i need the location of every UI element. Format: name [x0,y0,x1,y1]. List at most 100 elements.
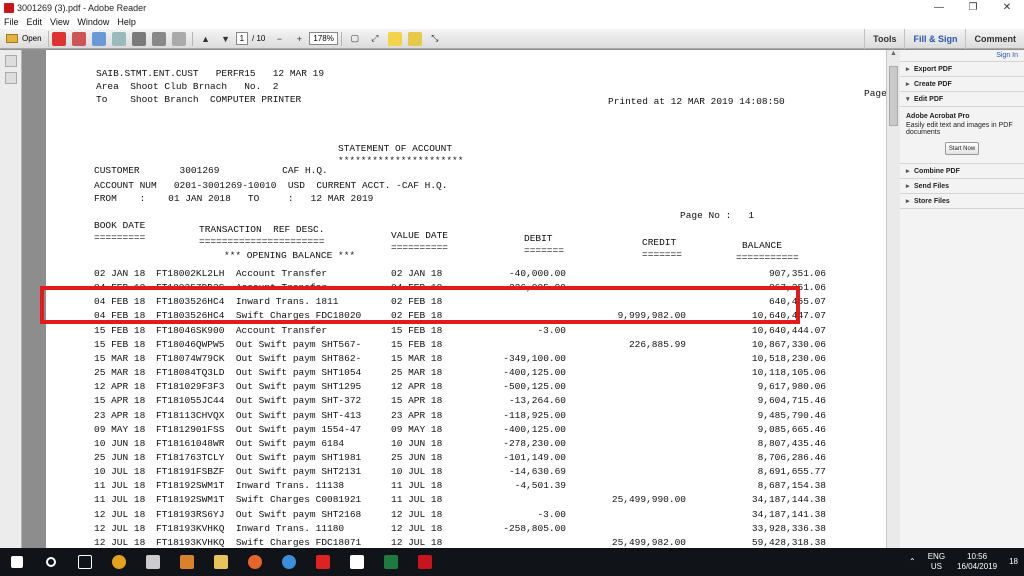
scroll-up-icon[interactable]: ▲ [887,50,900,57]
ie-icon [282,555,296,569]
col-debit-underline: ======= [524,245,564,256]
notes-button[interactable] [340,548,374,576]
col-book-date-underline: ========= [94,232,146,243]
excel-button[interactable] [374,548,408,576]
page-number-input[interactable]: 1 [235,32,249,45]
email-icon[interactable] [171,31,186,46]
book-date-cell: 12 APR 18 [94,381,146,393]
reader-button[interactable] [408,548,442,576]
store-files-section[interactable]: ▸ Store Files [900,194,1024,209]
explorer-button[interactable] [204,548,238,576]
adobe-reader-icon [418,555,432,569]
send-files-section[interactable]: ▸ Send Files [900,179,1024,194]
clock[interactable]: 10:56 16/04/2019 [957,552,997,572]
col-credit-underline: ======= [642,249,682,260]
book-date-cell: 12 JUL 18 [94,536,146,548]
menu-window[interactable]: Window [77,17,109,27]
book-date-cell: 12 JUL 18 [94,508,146,520]
adobe-reader-icon [4,2,14,13]
separator [340,31,342,46]
notifications-badge[interactable]: 18 [1009,557,1018,567]
close-button[interactable]: ✕ [990,2,1024,13]
balance-cell: 34,187,144.38 [751,494,826,506]
outlook-button[interactable] [170,548,204,576]
page-up-icon[interactable]: ▲ [199,32,213,46]
value-date-cell: 11 JUL 18 [391,480,443,492]
debit-cell: -118,925.00 [503,409,566,421]
task-view-button[interactable] [68,548,102,576]
vertical-scrollbar[interactable]: ▲ [886,50,900,550]
value-date-cell: 10 JUL 18 [391,466,443,478]
balance-cell: 907,351.06 [768,268,826,279]
menu-file[interactable]: File [4,17,19,27]
cloud-icon[interactable] [111,31,126,46]
folder-icon [214,555,228,569]
transaction-cell: FT18113CHVQX Out Swift paym SHT-413 [156,409,362,421]
col-credit: CREDIT [642,237,677,248]
sign-in-link[interactable]: Sign In [900,50,1024,62]
export-pdf-section[interactable]: ▸ Export PDF [900,62,1024,77]
system-tray: ⌃ ENG US 10:56 16/04/2019 18 [903,552,1024,572]
comment-icon[interactable] [387,31,402,46]
document-area: SAIB.STMT.ENT.CUST PERFR15 12 MAR 19 Are… [22,50,886,550]
chevron-right-icon: ▸ [906,198,910,205]
start-button[interactable] [0,548,34,576]
zoom-in-icon[interactable]: + [292,32,306,46]
tab-tools[interactable]: Tools [864,28,904,49]
opening-balance: *** OPENING BALANCE *** [224,250,356,261]
save-icon[interactable] [131,31,146,46]
transaction-cell: FT181029F3F3 Out Swift paym SHT1295 [156,381,362,393]
combine-pdf-section[interactable]: ▸ Combine PDF [900,164,1024,179]
store-button[interactable] [136,548,170,576]
page-down-icon[interactable]: ▼ [219,32,233,46]
ie-button[interactable] [272,548,306,576]
fit-width-icon[interactable]: ⤢ [368,32,382,46]
transaction-cell: FT1812901FSS Out Swift paym 1554-47 [156,423,362,435]
balance-cell: 10,118,105.06 [751,367,826,379]
value-date-cell: 15 MAR 18 [391,352,443,364]
chrome-button[interactable] [102,548,136,576]
customer-line: CUSTOMER 3001269 CAF H.Q. [94,165,328,176]
expand-icon[interactable]: ⤡ [428,32,442,46]
network-icon[interactable]: ⌃ [909,557,916,567]
pages-icon[interactable] [4,55,17,67]
firefox-button[interactable] [238,548,272,576]
tools-panel: Sign In ▸ Export PDF ▸ Create PDF ▾ Edit PD… [900,50,1024,550]
upload-icon[interactable] [91,31,106,46]
create-pdf-icon[interactable] [51,31,66,46]
statement-title: STATEMENT OF ACCOUNT [338,143,453,154]
tab-fill-sign[interactable]: Fill & Sign [904,28,965,49]
attachments-icon[interactable] [4,72,17,84]
balance-cell: 8,687,154.38 [757,480,826,492]
title-bar: 3001269 (3).pdf - Adobe Reader — ❐ ✕ [0,0,1024,15]
book-date-cell: 11 JUL 18 [94,480,146,492]
open-button[interactable]: Open [0,30,49,47]
tab-comment[interactable]: Comment [965,28,1024,49]
create-pdf-section[interactable]: ▸ Create PDF [900,77,1024,92]
value-date-cell: 15 APR 18 [391,395,443,407]
acrobat-title: Adobe Acrobat Pro [906,113,970,120]
maximize-button[interactable]: ❐ [956,2,990,13]
menu-edit[interactable]: Edit [27,17,43,27]
minimize-button[interactable]: — [922,2,956,13]
app-button[interactable] [306,548,340,576]
transaction-cell: FT18193KVHKQ Inward Trans. 11180 [156,522,345,534]
language-indicator[interactable]: ENG US [928,552,945,572]
combine-pdf-label: Combine PDF [914,168,960,175]
edit-pdf-section[interactable]: ▾ Edit PDF [900,92,1024,107]
search-button[interactable] [34,548,68,576]
zoom-out-icon[interactable]: − [272,32,286,46]
menu-view[interactable]: View [50,17,69,27]
zoom-select[interactable]: 178% [309,32,338,45]
report-header-1: SAIB.STMT.ENT.CUST PERFR15 12 MAR 19 [96,68,325,79]
highlight-icon[interactable] [407,31,422,46]
transaction-cell: FT18193RS6YJ Out Swift paym SHT2168 [156,508,362,520]
start-now-button[interactable]: Start Now [945,142,979,155]
fit-page-icon[interactable]: ▢ [348,32,362,46]
print-icon[interactable] [151,31,166,46]
transaction-cell: FT18191FSBZF Out Swift paym SHT2131 [156,466,362,478]
edit-icon[interactable] [71,31,86,46]
debit-cell: -13,264.60 [508,395,566,407]
scroll-thumb[interactable] [889,66,898,126]
menu-help[interactable]: Help [117,17,136,27]
